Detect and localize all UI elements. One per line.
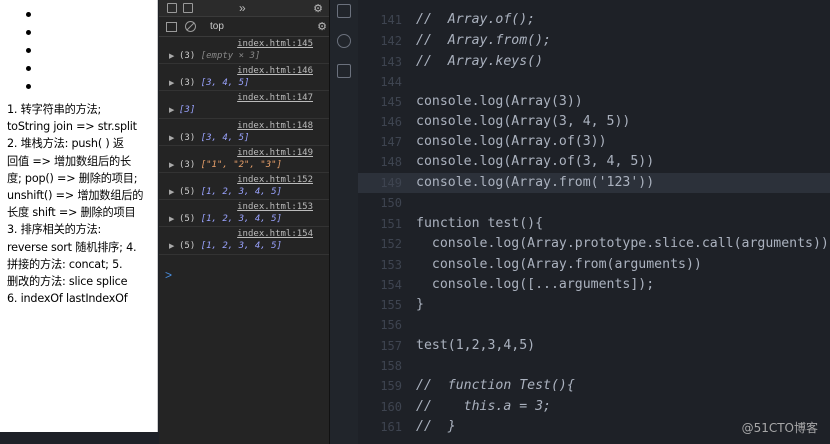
code-line: 147 console.log(Array.of(3)) <box>380 134 607 149</box>
code-line: 150 <box>380 196 402 210</box>
array-value: [3] <box>179 105 196 116</box>
array-value: [1, 2, 3, 4, 5] <box>200 241 282 252</box>
console-message: index.html:152 ▶ (5) [1, 2, 3, 4, 5] <box>159 173 329 201</box>
array-value: [1, 2, 3, 4, 5] <box>200 214 282 225</box>
array-length: (3) <box>179 159 196 170</box>
debug-icon[interactable] <box>337 34 351 48</box>
bullet-list <box>0 0 157 96</box>
code-line-active: 149 console.log(Array.from('123')) <box>358 173 830 194</box>
code-line: 141// Array.of(); <box>380 12 536 27</box>
note-line: 1. 转字符串的方法; <box>7 103 102 116</box>
console-message: index.html:153 ▶ (5) [1, 2, 3, 4, 5] <box>159 200 329 228</box>
note-line: 回值 => 增加数组后的长 <box>7 154 131 168</box>
source-control-icon[interactable] <box>337 4 351 18</box>
code-line: 144 <box>380 75 402 89</box>
devtools-toolbar: » ⚙ <box>159 0 329 17</box>
list-item <box>0 42 157 60</box>
expand-triangle-icon[interactable]: ▶ <box>169 161 174 169</box>
array-length: (5) <box>179 186 196 197</box>
note-line: 度; pop() => 删除的项目; <box>7 171 138 185</box>
code-line: 154 console.log([...arguments]); <box>380 277 655 292</box>
clear-console-icon[interactable] <box>185 21 196 32</box>
expand-triangle-icon[interactable]: ▶ <box>169 79 174 87</box>
console-log-list: index.html:145 ▶ (3) [empty × 3] index.h… <box>159 37 329 255</box>
note-line: 6. indexOf lastIndexOf <box>7 292 128 306</box>
devtools-panel: » ⚙ top ⚙ index.html:145 ▶ (3) [empty × … <box>159 0 330 444</box>
note-line: 2. 堆栈方法: push( ) 返 <box>7 137 124 151</box>
source-link[interactable]: index.html:148 <box>237 121 313 131</box>
source-link[interactable]: index.html:154 <box>237 229 313 239</box>
sidebar-toggle-icon[interactable] <box>166 21 177 32</box>
array-length: (3) <box>179 51 196 61</box>
console-message: index.html:147 ▶ [3] <box>159 91 329 119</box>
source-link[interactable]: index.html:149 <box>237 148 313 158</box>
source-link[interactable]: index.html:146 <box>237 66 313 76</box>
note-line: 删改的方法: slice splice <box>7 275 128 289</box>
array-length: (3) <box>179 132 196 143</box>
console-message: index.html:149 ▶ (3) ["1", "2", "3"] <box>159 146 329 173</box>
list-item <box>0 60 157 78</box>
code-editor[interactable]: 141// Array.of(); 142// Array.from(); 14… <box>358 0 830 444</box>
array-value: [3, 4, 5] <box>200 132 250 143</box>
expand-triangle-icon[interactable]: ▶ <box>169 242 174 250</box>
note-line: toString join => str.split <box>7 120 137 134</box>
source-link[interactable]: index.html:153 <box>237 202 313 212</box>
expand-triangle-icon[interactable]: ▶ <box>169 52 174 60</box>
console-message: index.html:146 ▶ (3) [3, 4, 5] <box>159 64 329 92</box>
note-line: 拼接的方法: concat; 5. <box>7 257 123 271</box>
note-line: 长度 shift => 删除的项目 <box>7 206 136 220</box>
code-line: 146 console.log(Array(3, 4, 5)) <box>380 114 631 129</box>
list-item <box>0 6 157 24</box>
console-message: index.html:154 ▶ (5) [1, 2, 3, 4, 5] <box>159 227 329 255</box>
expand-triangle-icon[interactable]: ▶ <box>169 106 174 114</box>
list-item <box>0 24 157 42</box>
expand-triangle-icon[interactable]: ▶ <box>169 134 174 142</box>
source-link[interactable]: index.html:145 <box>237 39 313 49</box>
note-line: reverse sort 随机排序; 4. <box>7 240 137 254</box>
more-tabs-button[interactable]: » <box>239 1 246 15</box>
code-line: 157 test(1,2,3,4,5) <box>380 338 536 353</box>
console-toolbar: top ⚙ <box>159 17 329 37</box>
code-line: 155} <box>380 297 424 312</box>
console-message: index.html:145 ▶ (3) [empty × 3] <box>159 37 329 65</box>
code-line: 151 function test(){ <box>380 216 544 231</box>
inspect-icon[interactable] <box>167 3 177 13</box>
gear-icon[interactable]: ⚙ <box>313 2 323 15</box>
console-prompt[interactable]: > <box>165 268 172 282</box>
code-line: 159// function Test(){ <box>380 378 575 393</box>
code-line: 158 <box>380 359 402 373</box>
note-line: unshift() => 增加数组后的 <box>7 189 144 203</box>
context-selector[interactable]: top <box>210 21 224 32</box>
expand-triangle-icon[interactable]: ▶ <box>169 215 174 223</box>
activity-bar <box>330 0 358 444</box>
source-link[interactable]: index.html:147 <box>237 93 313 103</box>
rendered-page: 1. 转字符串的方法; toString join => str.split 2… <box>0 0 158 432</box>
array-value: [1, 2, 3, 4, 5] <box>200 186 282 197</box>
array-value: [3, 4, 5] <box>200 78 250 89</box>
code-line: 143// Array.keys() <box>380 54 544 69</box>
code-line: 153 console.log(Array.from(arguments)) <box>380 257 702 272</box>
source-link[interactable]: index.html:152 <box>237 175 313 185</box>
device-toggle-icon[interactable] <box>183 3 193 13</box>
array-length: (5) <box>179 214 196 225</box>
extensions-icon[interactable] <box>337 64 351 78</box>
array-length: (5) <box>179 241 196 252</box>
code-line: 160// this.a = 3; <box>380 399 551 414</box>
console-settings-icon[interactable]: ⚙ <box>317 20 327 33</box>
code-line: 152 console.log(Array.prototype.slice.ca… <box>380 236 829 251</box>
array-value: ["1", "2", "3"] <box>200 159 282 170</box>
array-length: (3) <box>179 78 196 89</box>
expand-triangle-icon[interactable]: ▶ <box>169 188 174 196</box>
code-line: 145 console.log(Array(3)) <box>380 94 583 109</box>
code-line: 142// Array.from(); <box>380 33 551 48</box>
code-line: 148 console.log(Array.of(3, 4, 5)) <box>380 154 655 169</box>
notes-text: 1. 转字符串的方法; toString join => str.split 2… <box>7 101 157 307</box>
array-value: [empty × 3] <box>200 51 261 61</box>
code-line: 156 <box>380 318 402 332</box>
list-item <box>0 78 157 96</box>
console-message: index.html:148 ▶ (3) [3, 4, 5] <box>159 119 329 146</box>
watermark: @51CTO博客 <box>741 421 818 435</box>
note-line: 3. 排序相关的方法: <box>7 223 102 237</box>
